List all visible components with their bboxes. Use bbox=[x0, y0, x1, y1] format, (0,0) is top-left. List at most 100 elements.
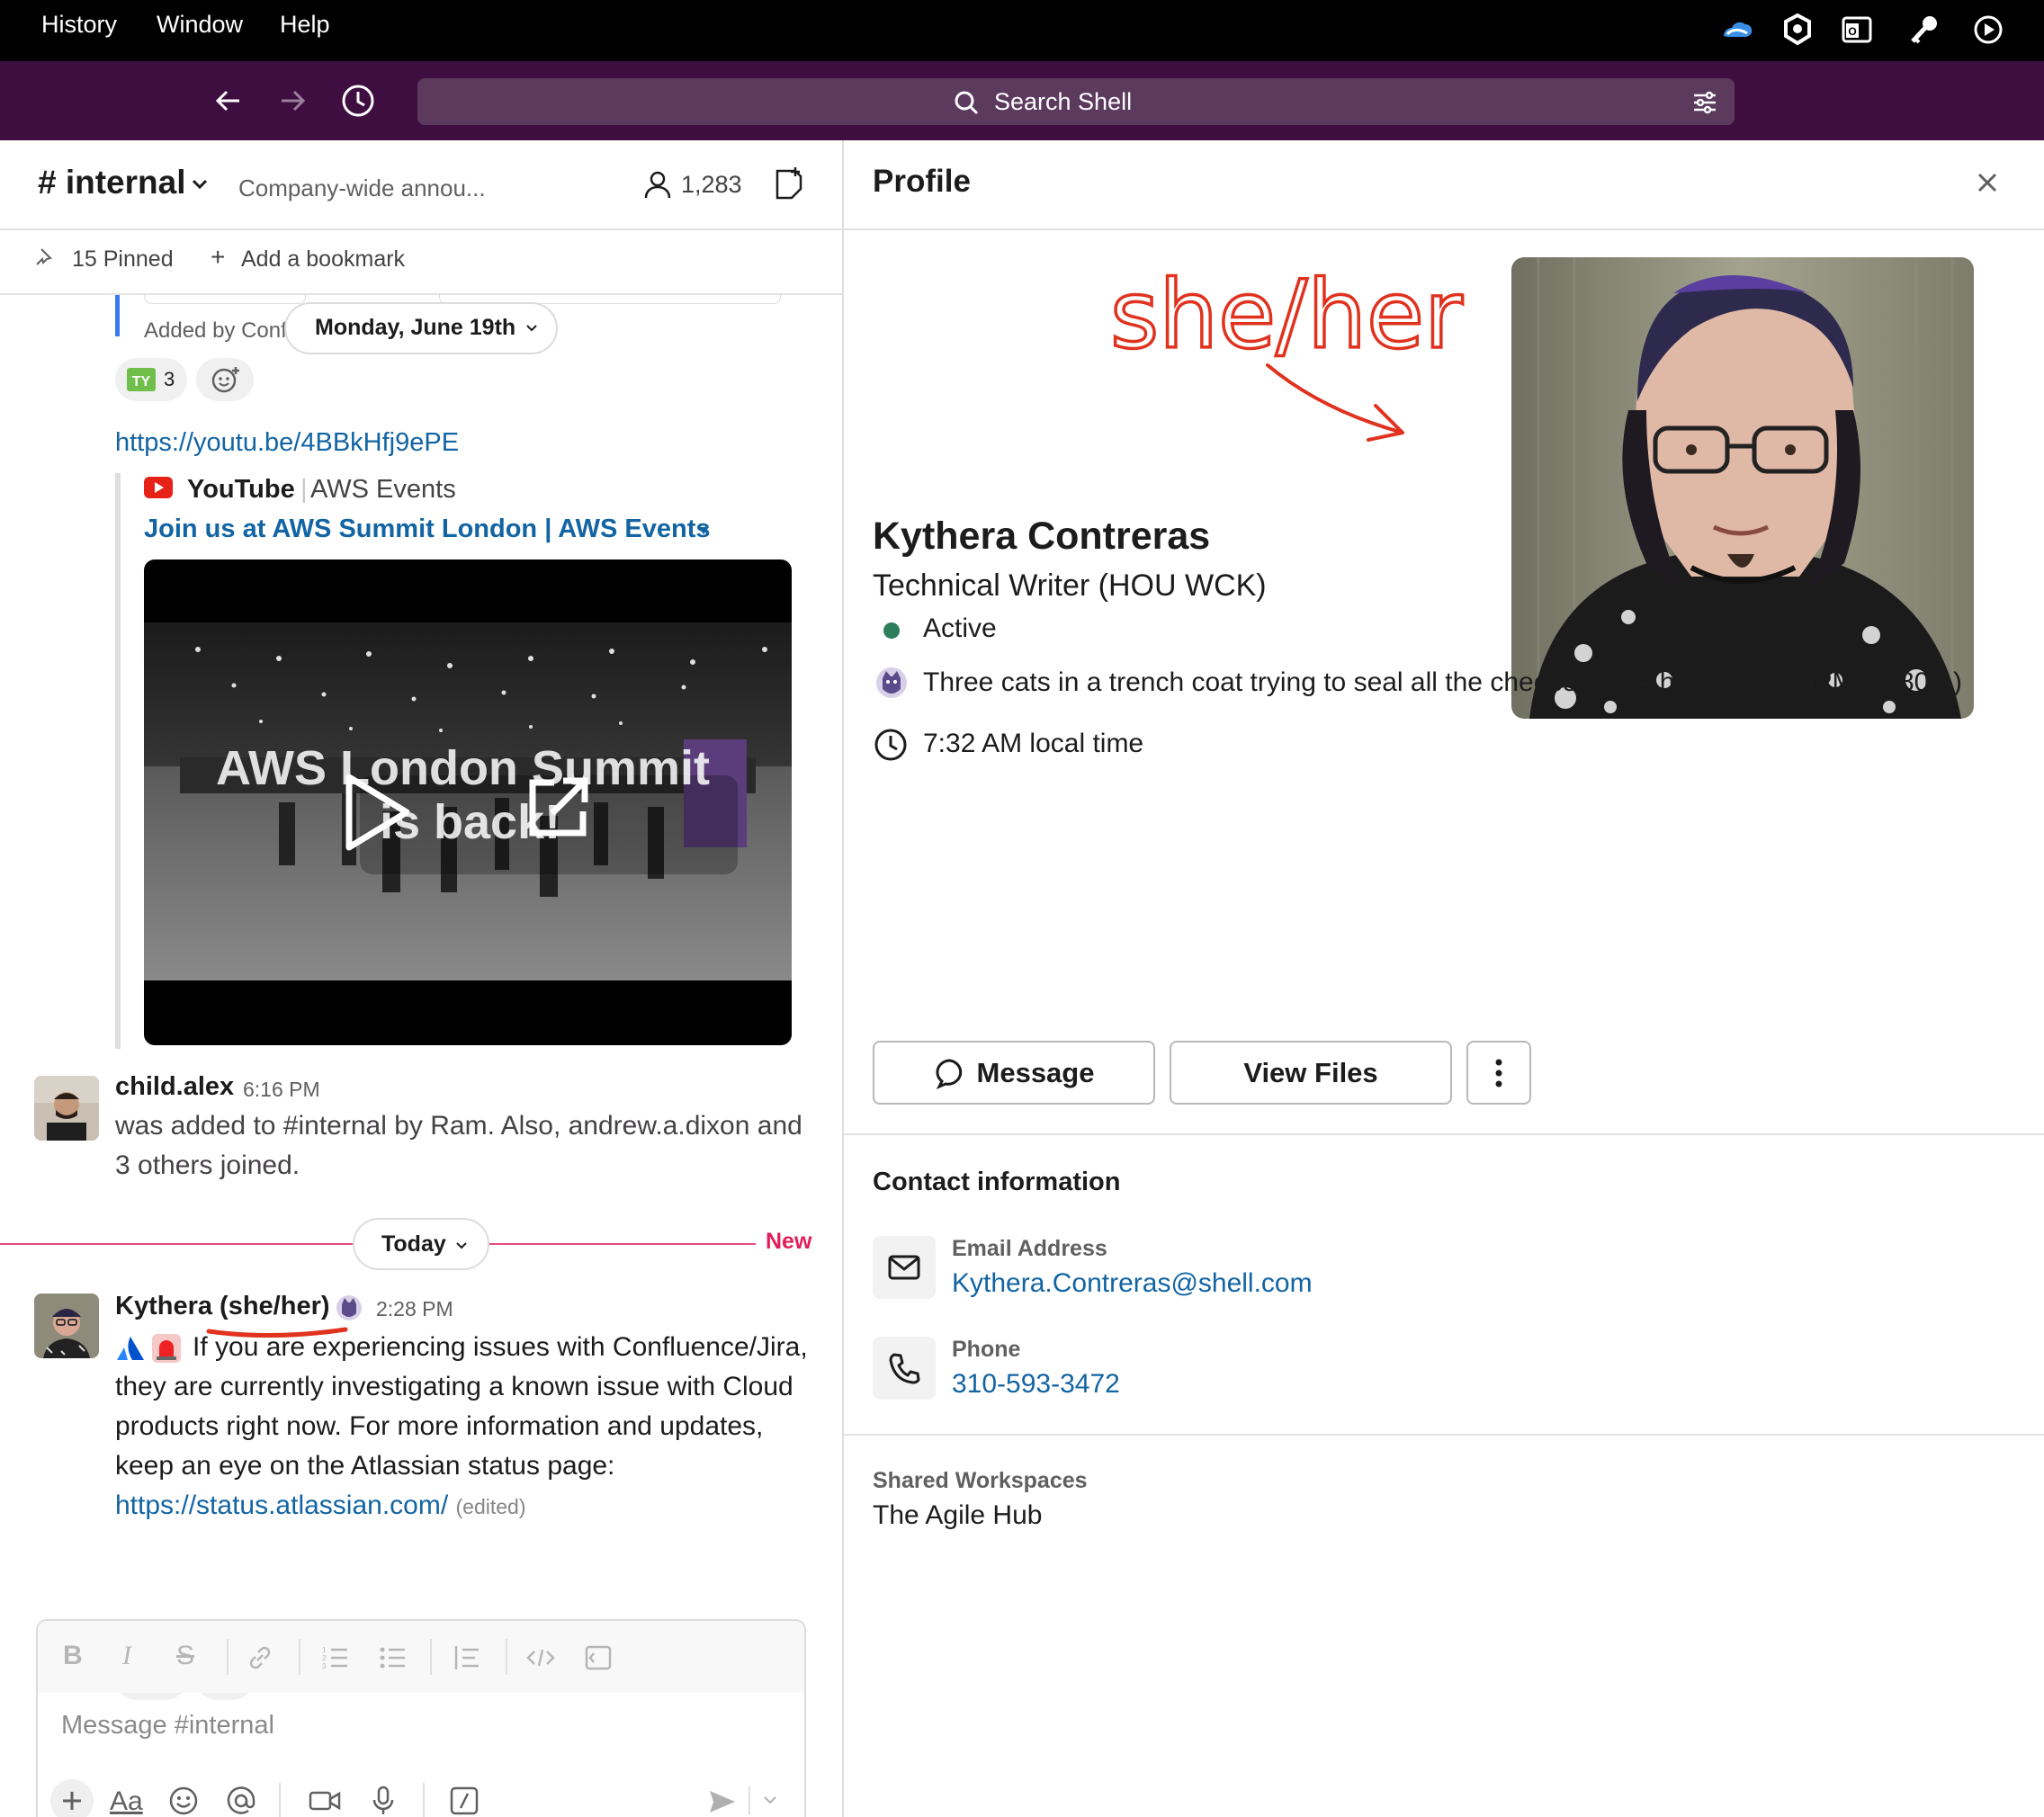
message-composer[interactable]: B I S 123 Message #internal Aa bbox=[36, 1619, 806, 1817]
youtube-logo-icon bbox=[144, 477, 173, 498]
search-bar[interactable]: Search Shell bbox=[417, 78, 1735, 125]
email-icon-box bbox=[873, 1236, 936, 1299]
more-options-button[interactable] bbox=[1466, 1041, 1531, 1105]
code-icon[interactable] bbox=[525, 1642, 556, 1673]
blockquote-icon[interactable] bbox=[452, 1642, 482, 1673]
toolbar-separator bbox=[506, 1639, 507, 1675]
video-camera-icon[interactable] bbox=[308, 1785, 342, 1817]
unfurl-title[interactable]: Join us at AWS Summit London | AWS Event… bbox=[144, 515, 711, 544]
message-body: If you are experiencing issues with Conf… bbox=[115, 1328, 817, 1526]
composer-placeholder[interactable]: Message #internal bbox=[61, 1711, 274, 1741]
reaction-count: 3 bbox=[164, 368, 175, 390]
profile-header: Profile bbox=[873, 164, 971, 199]
profile-pane: Profile she/her Kythera Contreras Techni… bbox=[844, 140, 2044, 1817]
message-time[interactable]: 2:28 PM bbox=[376, 1297, 453, 1321]
today-divider-pill[interactable]: Today bbox=[353, 1218, 489, 1270]
clock-icon bbox=[873, 727, 909, 763]
cloud-sync-icon[interactable] bbox=[1718, 11, 1756, 49]
toolbar-separator bbox=[299, 1639, 300, 1675]
phone-icon bbox=[887, 1351, 921, 1385]
message-button-label: Message bbox=[976, 1056, 1095, 1088]
smiley-plus-icon bbox=[211, 365, 241, 394]
link-icon[interactable] bbox=[245, 1642, 275, 1673]
add-reaction-button[interactable] bbox=[196, 358, 254, 401]
video-player[interactable]: AWS London Summit is back! bbox=[144, 559, 792, 1045]
active-status-dot bbox=[883, 622, 900, 639]
message-button[interactable]: Message bbox=[873, 1041, 1155, 1105]
profile-photo[interactable] bbox=[1511, 257, 1974, 719]
unfurl-bar bbox=[115, 473, 121, 1049]
section-divider bbox=[844, 1434, 2044, 1436]
menu-window[interactable]: Window bbox=[157, 11, 243, 39]
shared-workspace-name[interactable]: The Agile Hub bbox=[873, 1500, 1042, 1531]
phone-link[interactable]: 310-593-3472 bbox=[952, 1369, 1120, 1400]
search-filter-icon[interactable] bbox=[1691, 89, 1718, 116]
text-format-button[interactable]: Aa bbox=[110, 1786, 143, 1817]
menu-help[interactable]: Help bbox=[280, 11, 330, 39]
svg-text:TY: TY bbox=[132, 374, 151, 389]
youtube-link[interactable]: https://youtu.be/4BBkHfj9ePE bbox=[115, 428, 459, 458]
open-external-icon[interactable] bbox=[522, 772, 594, 844]
avatar[interactable] bbox=[34, 1076, 99, 1141]
member-count[interactable]: 1,283 bbox=[681, 171, 742, 199]
section-divider bbox=[844, 1133, 2044, 1135]
members-icon[interactable] bbox=[642, 169, 673, 200]
message-author[interactable]: child.alex bbox=[115, 1072, 234, 1102]
plus-button[interactable] bbox=[50, 1779, 94, 1817]
history-clock-icon[interactable] bbox=[338, 81, 378, 121]
microphone-icon[interactable] bbox=[367, 1785, 399, 1817]
atlassian-icon bbox=[115, 1335, 146, 1362]
message-time[interactable]: 6:16 PM bbox=[243, 1078, 320, 1102]
bulleted-list-icon[interactable] bbox=[378, 1642, 408, 1673]
edited-label: (edited) bbox=[455, 1495, 526, 1518]
add-bookmark[interactable]: Add a bookmark bbox=[241, 246, 405, 273]
svg-text:1: 1 bbox=[322, 1646, 327, 1654]
play-icon[interactable] bbox=[342, 772, 414, 853]
she-her-annotation: she/her bbox=[1108, 258, 1465, 442]
unfurl-separator: | bbox=[300, 475, 308, 504]
channel-description[interactable]: Company-wide annou... bbox=[238, 175, 486, 202]
emoji-icon[interactable] bbox=[167, 1785, 200, 1817]
channel-name[interactable]: # internal bbox=[38, 164, 186, 201]
strikethrough-icon[interactable]: S bbox=[176, 1641, 194, 1671]
reaction-ty[interactable]: TY 3 bbox=[115, 358, 187, 401]
view-files-button[interactable]: View Files bbox=[1170, 1041, 1452, 1105]
atlassian-status-link[interactable]: https://status.atlassian.com/ bbox=[115, 1490, 448, 1520]
date-divider-pill[interactable]: Monday, June 19th bbox=[284, 302, 558, 354]
canvas-icon[interactable] bbox=[772, 166, 806, 201]
back-arrow-icon[interactable] bbox=[209, 81, 248, 121]
code-block-icon[interactable] bbox=[583, 1642, 614, 1673]
message-text: was added to #internal by Ram. Also, and… bbox=[115, 1111, 802, 1180]
svg-text:2: 2 bbox=[322, 1654, 327, 1662]
caret-down-icon[interactable] bbox=[696, 525, 711, 536]
date-divider-label: Monday, June 19th bbox=[315, 315, 516, 340]
email-link[interactable]: Kythera.Contreras@shell.com bbox=[952, 1268, 1313, 1299]
gear-shield-icon[interactable] bbox=[1779, 11, 1816, 49]
bold-icon[interactable]: B bbox=[63, 1641, 83, 1671]
new-label: New bbox=[758, 1229, 812, 1255]
key-icon[interactable] bbox=[1905, 11, 1943, 49]
italic-icon[interactable]: I bbox=[122, 1641, 131, 1671]
close-icon[interactable] bbox=[1974, 169, 2001, 196]
ordered-list-icon[interactable]: 123 bbox=[320, 1642, 351, 1673]
send-icon[interactable] bbox=[707, 1786, 738, 1817]
menu-history[interactable]: History bbox=[41, 11, 117, 39]
outlook-icon[interactable]: O bbox=[1838, 11, 1876, 49]
video-frame: AWS London Summit is back! bbox=[144, 622, 792, 980]
play-circle-icon[interactable] bbox=[1969, 11, 2007, 49]
svg-text:O: O bbox=[1848, 25, 1856, 38]
chevron-down-icon bbox=[455, 1241, 468, 1250]
chevron-down-icon[interactable] bbox=[191, 178, 209, 191]
phone-label: Phone bbox=[952, 1337, 1021, 1362]
ty-emoji-icon: TY bbox=[126, 366, 157, 393]
chevron-down-icon[interactable] bbox=[763, 1795, 777, 1806]
vertical-ellipsis-icon bbox=[1493, 1057, 1504, 1089]
forward-arrow-icon[interactable] bbox=[273, 81, 312, 121]
scrolled-card bbox=[144, 293, 306, 304]
avatar[interactable] bbox=[34, 1293, 99, 1358]
pinned-count[interactable]: 15 Pinned bbox=[72, 246, 174, 273]
slash-command-icon[interactable] bbox=[448, 1785, 480, 1817]
mention-icon[interactable] bbox=[225, 1785, 257, 1817]
macos-menubar: History Window Help O bbox=[0, 0, 2044, 61]
message-author[interactable]: Kythera (she/her) bbox=[115, 1292, 330, 1321]
